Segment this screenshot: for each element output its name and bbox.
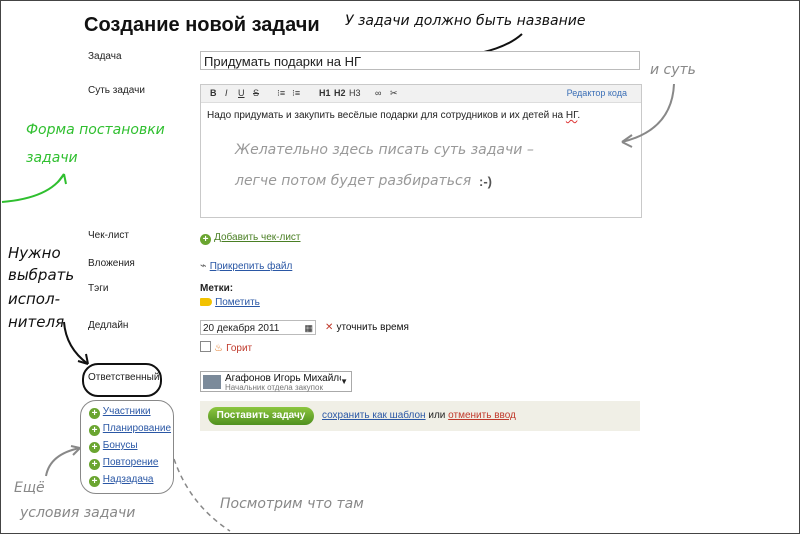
urgent-row: ♨ Горит xyxy=(200,341,252,354)
page-title: Создание новой задачи xyxy=(84,14,320,36)
annotation-look: Посмотрим что там xyxy=(220,496,364,512)
annotation-editor-note-1: Желательно здесь писать суть задачи – xyxy=(235,142,534,158)
tag-icon xyxy=(200,298,212,306)
plus-icon: + xyxy=(89,425,100,436)
task-name-input[interactable]: Придумать подарки на НГ xyxy=(200,51,640,70)
essence-editor[interactable]: B I U S ⁝≡ ⁝≡ H1 H2 H3 ∞ ✂ Редактор кода… xyxy=(200,84,642,218)
annotation-executor-3: испол- xyxy=(8,290,60,308)
annotation-task-name: У задачи должно быть название xyxy=(345,13,586,29)
underline-button[interactable]: U xyxy=(238,88,245,98)
h3-button[interactable]: H3 xyxy=(349,88,361,98)
assignee-select[interactable]: Агафонов Игорь Михайлович Начальник отде… xyxy=(200,371,352,392)
task-label: Задача xyxy=(88,51,122,62)
editor-content: Надо придумать и закупить весёлые подарк… xyxy=(207,110,580,121)
essence-label: Суть задачи xyxy=(88,85,145,96)
editor-text-suffix: . xyxy=(577,110,581,121)
deadline-input[interactable]: 20 декабря 2011 ▦ xyxy=(200,320,316,335)
responsible-circle xyxy=(82,363,162,397)
annotation-form-line2: задачи xyxy=(26,150,78,166)
calendar-icon[interactable]: ▦ xyxy=(304,321,313,336)
avatar xyxy=(203,375,221,389)
assignee-position: Начальник отдела закупок xyxy=(225,383,323,392)
save-template-link[interactable]: сохранить как шаблон xyxy=(322,410,426,421)
h2-button[interactable]: H2 xyxy=(334,88,346,98)
editor-text-underlined: НГ xyxy=(565,110,578,121)
annotation-arrow-form xyxy=(1,173,67,203)
cancel-link[interactable]: отменить ввод xyxy=(448,410,516,421)
sidebar-item-label: Планирование xyxy=(102,423,172,434)
annotation-executor-4: нителя xyxy=(8,313,65,331)
annotation-editor-note-2: легче потом будет разбираться xyxy=(235,173,472,189)
chevron-down-icon: ▼ xyxy=(340,377,348,386)
sidebar-item-repeat[interactable]: + Повторение xyxy=(89,457,158,470)
sidebar-item-bonuses[interactable]: + Бонусы xyxy=(89,440,138,453)
sidebar-item-label: Участники xyxy=(102,406,151,417)
deadline-label: Дедлайн xyxy=(88,320,129,331)
tags-label: Тэги xyxy=(88,283,109,294)
annotation-arrow-essence xyxy=(621,83,675,148)
attach-file-link[interactable]: ⌁ Прикрепить файл xyxy=(200,259,292,272)
checklist-label: Чек-лист xyxy=(88,230,129,241)
submit-panel: Поставить задачу сохранить как шаблон ил… xyxy=(200,401,640,431)
submit-button[interactable]: Поставить задачу xyxy=(208,407,314,425)
urgent-checkbox[interactable] xyxy=(200,341,211,352)
add-checklist-label: Добавить чек-лист xyxy=(214,232,301,243)
sidebar-item-participants[interactable]: + Участники xyxy=(89,406,151,419)
or-text: или xyxy=(428,410,446,421)
annotation-smile: :-) xyxy=(479,174,492,189)
annotation-more-2: условия задачи xyxy=(20,505,136,521)
sidebar-item-label: Бонусы xyxy=(102,440,138,451)
clarify-time-link[interactable]: ✕ уточнить время xyxy=(325,321,409,333)
fire-icon: ♨ xyxy=(214,343,224,354)
italic-button[interactable]: I xyxy=(225,88,228,98)
plus-icon: + xyxy=(200,234,211,245)
annotation-executor-2: выбрать xyxy=(8,266,75,284)
plus-icon: + xyxy=(89,408,100,419)
close-icon: ✕ xyxy=(325,322,334,333)
sidebar-item-planning[interactable]: + Планирование xyxy=(89,423,171,436)
secondary-actions: сохранить как шаблон или отменить ввод xyxy=(322,410,516,421)
bold-button[interactable]: B xyxy=(210,88,217,98)
attach-file-label: Прикрепить файл xyxy=(209,261,293,272)
annotation-dashed-curve xyxy=(173,458,231,532)
annotation-arrow-more xyxy=(45,445,81,477)
sidebar-item-label: Повторение xyxy=(102,457,159,468)
urgent-label: Горит xyxy=(226,343,253,354)
annotation-executor-1: Нужно xyxy=(8,244,61,262)
deadline-value: 20 декабря 2011 xyxy=(203,323,280,334)
marks-title: Метки: xyxy=(200,283,234,294)
mark-label: Пометить xyxy=(215,297,260,308)
unlink-icon[interactable]: ✂ xyxy=(390,88,398,99)
editor-toolbar: B I U S ⁝≡ ⁝≡ H1 H2 H3 ∞ ✂ Редактор кода xyxy=(201,85,641,103)
annotation-form-line1: Форма постановки xyxy=(26,122,165,138)
link-icon[interactable]: ∞ xyxy=(375,88,381,98)
paperclip-icon: ⌁ xyxy=(200,260,207,272)
plus-icon: + xyxy=(89,442,100,453)
clarify-time-label: уточнить время xyxy=(336,322,409,333)
attachments-label: Вложения xyxy=(88,258,135,269)
strike-button[interactable]: S xyxy=(253,88,259,98)
editor-text-prefix: Надо придумать и закупить весёлые подарк… xyxy=(207,110,566,121)
bullet-list-icon[interactable]: ⁝≡ xyxy=(277,88,285,99)
sidebar-item-parent-task[interactable]: + Надзадача xyxy=(89,474,154,487)
annotation-essence: и суть xyxy=(650,62,696,78)
add-checklist-link[interactable]: + Добавить чек-лист xyxy=(200,231,301,245)
h1-button[interactable]: H1 xyxy=(319,88,331,98)
numbered-list-icon[interactable]: ⁝≡ xyxy=(292,88,300,99)
plus-icon: + xyxy=(89,476,100,487)
annotation-more-1: Ещё xyxy=(14,480,45,496)
extra-conditions-box: + Участники + Планирование + Бонусы + По… xyxy=(80,400,174,494)
mark-link[interactable]: Пометить xyxy=(200,296,260,308)
sidebar-item-label: Надзадача xyxy=(102,474,154,485)
plus-icon: + xyxy=(89,459,100,470)
